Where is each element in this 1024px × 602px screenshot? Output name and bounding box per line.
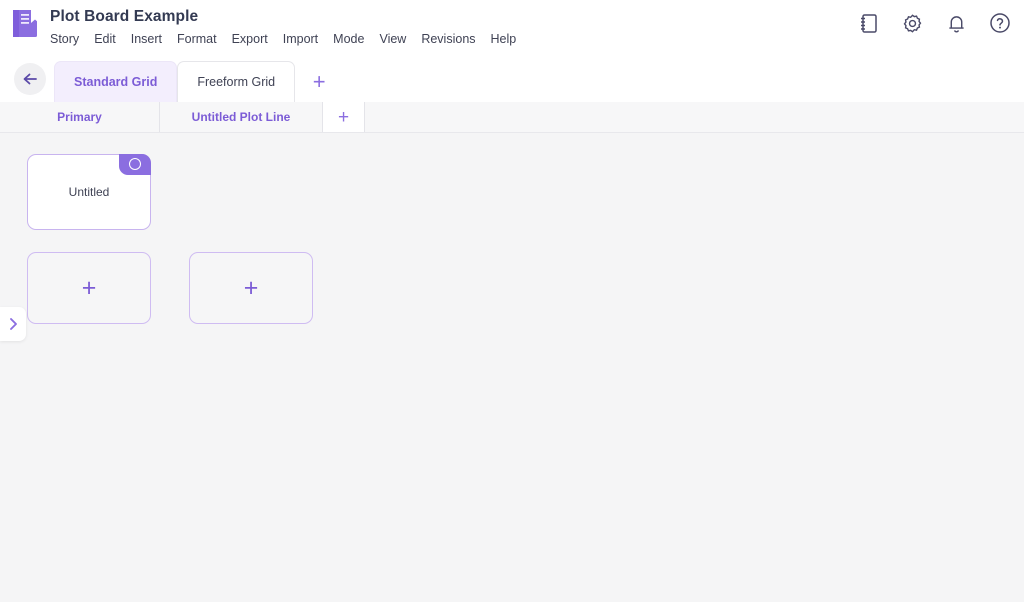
plotline-untitled-label: Untitled Plot Line	[191, 110, 291, 124]
title-menu-column: Plot Board Example Story Edit Insert For…	[50, 7, 531, 49]
card-row: + +	[27, 252, 1024, 324]
menu-item-format[interactable]: Format	[177, 29, 226, 49]
page-title: Plot Board Example	[50, 8, 199, 25]
tab-freeform-grid-label: Freeform Grid	[197, 75, 276, 89]
gear-icon[interactable]	[900, 11, 924, 35]
notebook-icon[interactable]	[856, 11, 880, 35]
add-card-button-primary[interactable]: +	[27, 252, 151, 324]
board-canvas: Untitled + +	[0, 133, 1024, 601]
app-header: Plot Board Example Story Edit Insert For…	[0, 0, 1024, 54]
help-circle-icon[interactable]	[988, 11, 1012, 35]
menu-item-export[interactable]: Export	[232, 29, 277, 49]
plotline-primary-label: Primary	[57, 110, 102, 124]
add-card-button-secondary[interactable]: +	[189, 252, 313, 324]
add-plotline-button[interactable]: +	[323, 102, 365, 132]
card-status-badge[interactable]	[119, 153, 152, 175]
menu-item-insert[interactable]: Insert	[131, 29, 171, 49]
header-actions	[856, 11, 1012, 35]
menu-item-revisions[interactable]: Revisions	[421, 29, 484, 49]
brand-block: Plot Board Example Story Edit Insert For…	[10, 7, 531, 49]
plus-icon: +	[81, 273, 97, 302]
plus-icon: +	[312, 68, 326, 94]
plotline-bar: Primary Untitled Plot Line +	[0, 102, 1024, 133]
menu-item-story[interactable]: Story	[50, 29, 88, 49]
grid-tabbar: Standard Grid Freeform Grid +	[0, 54, 1024, 102]
card-row: Untitled	[27, 153, 1024, 230]
menu-item-import[interactable]: Import	[283, 29, 327, 49]
arrow-left-icon[interactable]	[14, 63, 46, 95]
menu-item-edit[interactable]: Edit	[94, 29, 125, 49]
plotline-primary[interactable]: Primary	[0, 102, 160, 132]
story-card-label: Untitled	[68, 185, 110, 199]
circle-outline-icon	[129, 158, 142, 171]
menu-item-mode[interactable]: Mode	[333, 29, 373, 49]
side-panel-toggle[interactable]	[0, 307, 26, 341]
menu-item-help[interactable]: Help	[491, 29, 526, 49]
menu-item-view[interactable]: View	[379, 29, 415, 49]
add-grid-tab-button[interactable]: +	[300, 61, 338, 102]
tab-standard-grid[interactable]: Standard Grid	[54, 61, 178, 102]
book-logo-icon	[12, 9, 40, 39]
story-card[interactable]: Untitled	[27, 153, 152, 230]
menubar: Story Edit Insert Format Export Import M…	[50, 29, 531, 49]
plus-icon: +	[243, 273, 259, 302]
bell-icon[interactable]	[944, 11, 968, 35]
plotline-untitled[interactable]: Untitled Plot Line	[160, 102, 323, 132]
tab-standard-grid-label: Standard Grid	[74, 75, 158, 89]
tab-freeform-grid[interactable]: Freeform Grid	[177, 61, 296, 102]
plus-icon: +	[337, 106, 350, 128]
